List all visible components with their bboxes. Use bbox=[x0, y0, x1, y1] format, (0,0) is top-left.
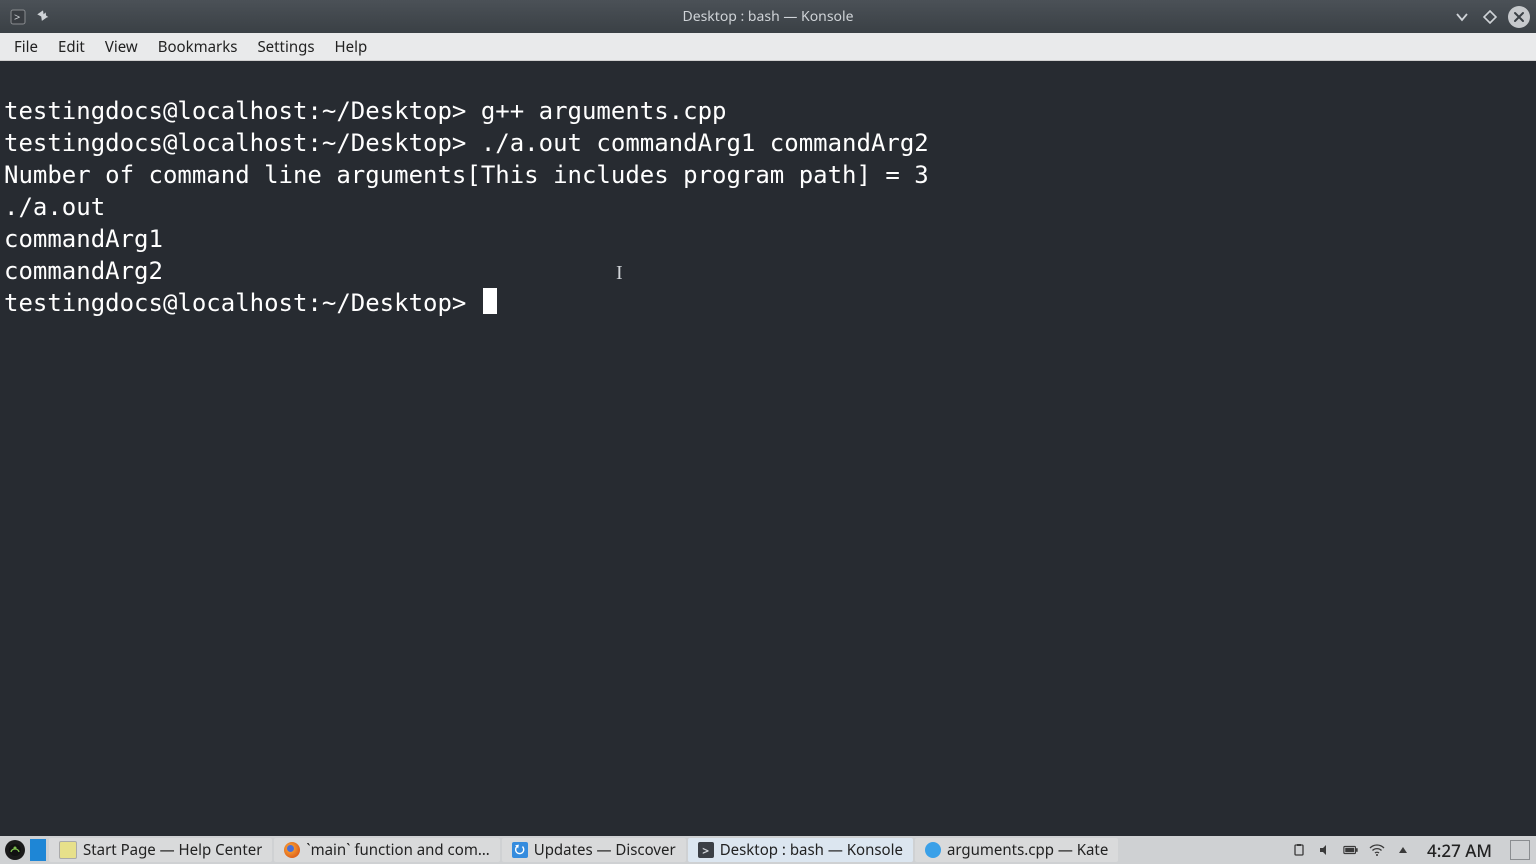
task-label: `main` function and com… bbox=[306, 840, 489, 860]
menubar: File Edit View Bookmarks Settings Help bbox=[0, 33, 1536, 61]
text-cursor-icon: I bbox=[616, 257, 623, 289]
show-desktop-button[interactable] bbox=[1510, 840, 1530, 860]
terminal-line: ./a.out bbox=[4, 193, 105, 221]
tray-expand-icon[interactable] bbox=[1395, 842, 1411, 858]
terminal-line: Number of command line arguments[This in… bbox=[4, 161, 929, 189]
window-titlebar: > Desktop : bash — Konsole bbox=[0, 0, 1536, 33]
network-icon[interactable] bbox=[1369, 842, 1385, 858]
terminal-line: commandArg2 bbox=[4, 257, 163, 285]
discover-icon: ⭮ bbox=[512, 842, 528, 858]
window-title: Desktop : bash — Konsole bbox=[0, 7, 1536, 26]
menu-help[interactable]: Help bbox=[325, 35, 378, 59]
konsole-icon: > bbox=[698, 842, 714, 858]
task-konsole[interactable]: > Desktop : bash — Konsole bbox=[688, 838, 913, 862]
task-label: arguments.cpp — Kate bbox=[947, 840, 1108, 860]
task-label: Start Page — Help Center bbox=[83, 840, 262, 860]
terminal[interactable]: testingdocs@localhost:~/Desktop> g++ arg… bbox=[0, 61, 1536, 836]
kate-icon bbox=[925, 842, 941, 858]
terminal-line: testingdocs@localhost:~/Desktop> ./a.out… bbox=[4, 129, 929, 157]
menu-edit[interactable]: Edit bbox=[48, 35, 95, 59]
menu-view[interactable]: View bbox=[95, 35, 148, 59]
clipboard-icon[interactable] bbox=[1291, 842, 1307, 858]
pin-icon[interactable] bbox=[34, 7, 54, 27]
taskbar: Start Page — Help Center `main` function… bbox=[0, 836, 1536, 864]
task-list: Start Page — Help Center `main` function… bbox=[48, 836, 1119, 864]
terminal-cursor bbox=[483, 288, 497, 314]
minimize-button[interactable] bbox=[1452, 7, 1472, 27]
maximize-button[interactable] bbox=[1480, 7, 1500, 27]
app-menu-icon[interactable]: > bbox=[8, 7, 28, 27]
active-desktop-indicator[interactable] bbox=[30, 839, 46, 861]
terminal-line: commandArg1 bbox=[4, 225, 163, 253]
task-help-center[interactable]: Start Page — Help Center bbox=[49, 838, 272, 862]
terminal-prompt: testingdocs@localhost:~/Desktop> bbox=[4, 289, 497, 317]
task-label: Desktop : bash — Konsole bbox=[720, 840, 903, 860]
task-discover[interactable]: ⭮ Updates — Discover bbox=[502, 838, 686, 862]
clock[interactable]: 4:27 AM bbox=[1421, 839, 1498, 862]
close-button[interactable] bbox=[1508, 6, 1530, 28]
svg-text:>: > bbox=[14, 10, 20, 25]
firefox-icon bbox=[284, 842, 300, 858]
system-tray: 4:27 AM bbox=[1285, 839, 1536, 862]
volume-icon[interactable] bbox=[1317, 842, 1333, 858]
menu-bookmarks[interactable]: Bookmarks bbox=[148, 35, 248, 59]
battery-icon[interactable] bbox=[1343, 842, 1359, 858]
menu-settings[interactable]: Settings bbox=[247, 35, 324, 59]
menu-file[interactable]: File bbox=[4, 35, 48, 59]
task-firefox[interactable]: `main` function and com… bbox=[274, 838, 499, 862]
help-center-icon bbox=[59, 841, 77, 859]
app-launcher-button[interactable] bbox=[0, 836, 30, 864]
task-kate[interactable]: arguments.cpp — Kate bbox=[915, 838, 1118, 862]
terminal-line: testingdocs@localhost:~/Desktop> g++ arg… bbox=[4, 97, 726, 125]
task-label: Updates — Discover bbox=[534, 840, 676, 860]
